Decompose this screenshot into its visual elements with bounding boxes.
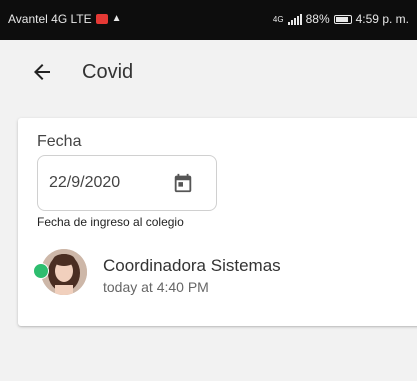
network-type: 4G <box>272 14 284 24</box>
date-label: Fecha <box>37 133 82 150</box>
bell-icon: ▲ <box>111 13 122 24</box>
author-row: Coordinadora Sistemas today at 4:40 PM <box>32 246 412 298</box>
calendar-icon[interactable] <box>172 172 194 194</box>
carrier-label: Avantel 4G LTE <box>8 12 92 26</box>
date-value: 22/9/2020 <box>49 174 121 191</box>
page-title: Covid <box>82 61 134 83</box>
author-timestamp: today at 4:40 PM <box>103 279 209 295</box>
online-status-dot <box>33 263 49 279</box>
arrow-back-icon <box>34 64 50 80</box>
status-time: 4:59 p. m. <box>355 12 409 26</box>
form-card: Fecha 22/9/2020 Fecha de ingreso al cole… <box>18 118 417 326</box>
notification-icon <box>95 14 108 24</box>
author-name: Coordinadora Sistemas <box>103 256 281 275</box>
status-bar: Avantel 4G LTE ▲ 4G 88% 4:59 p. m. <box>0 0 417 40</box>
status-left: Avantel 4G LTE ▲ <box>8 12 122 26</box>
signal-icon <box>287 13 302 25</box>
app-bar: Covid <box>0 40 417 104</box>
date-input[interactable]: 22/9/2020 <box>37 155 217 211</box>
back-button[interactable] <box>30 60 54 84</box>
battery-icon <box>333 14 352 24</box>
status-right: 4G 88% 4:59 p. m. <box>273 12 409 26</box>
battery-percent: 88% <box>305 12 330 26</box>
helper-text: Fecha de ingreso al colegio <box>37 215 184 229</box>
